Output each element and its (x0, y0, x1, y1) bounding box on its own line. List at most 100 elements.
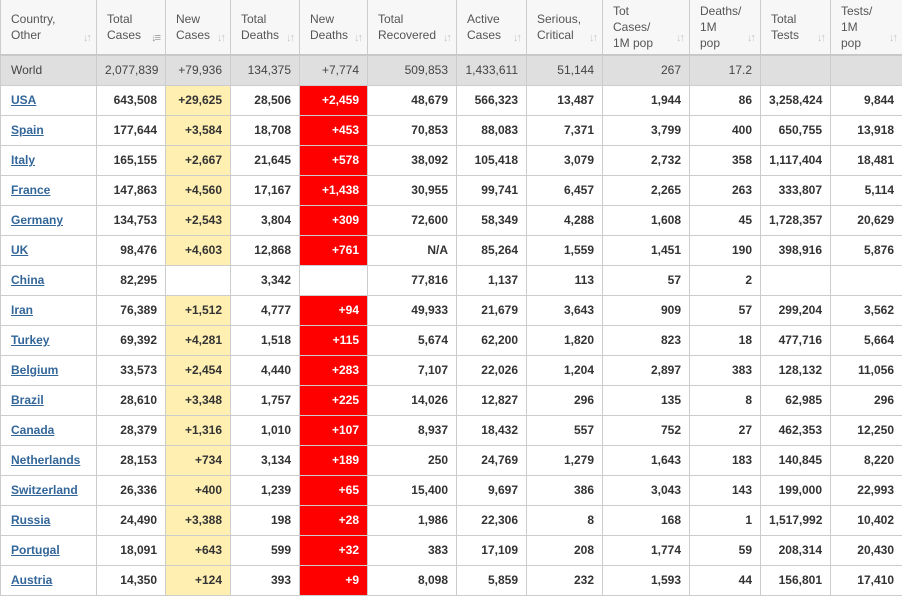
sort-both-icon[interactable]: ↓↑ (443, 30, 450, 46)
cell-serious-critical: 3,643 (527, 295, 603, 325)
cell-country: UK (1, 235, 97, 265)
cell-serious-critical: 3,079 (527, 145, 603, 175)
cell-total-deaths: 28,506 (231, 85, 300, 115)
cell-total-recovered: 250 (368, 445, 457, 475)
country-link[interactable]: Iran (11, 303, 33, 317)
sort-both-icon[interactable]: ↓↑ (513, 30, 520, 46)
header-label-line1: Serious, (537, 12, 581, 26)
cell-total-tests: 199,000 (761, 475, 831, 505)
cell-country: Spain (1, 115, 97, 145)
sort-both-icon[interactable]: ↓↑ (676, 30, 683, 46)
column-header-total-cases[interactable]: TotalCases↓≡ (97, 0, 166, 55)
cell-total-deaths: 4,777 (231, 295, 300, 325)
table-row: Portugal18,091+643599+3238317,1092081,77… (1, 535, 902, 565)
cell-total-deaths: 1,010 (231, 415, 300, 445)
cell-serious-critical: 1,279 (527, 445, 603, 475)
cell-total-tests: 140,845 (761, 445, 831, 475)
cell-new-cases: +2,543 (166, 205, 231, 235)
cell-new-cases: +4,560 (166, 175, 231, 205)
country-link[interactable]: USA (11, 93, 36, 107)
table-row: Spain177,644+3,58418,708+45370,85388,083… (1, 115, 902, 145)
cell-total-tests (761, 55, 831, 85)
cell-total-cases: 28,379 (97, 415, 166, 445)
column-header-tot-cases-per-1m[interactable]: Tot Cases/1M pop↓↑ (603, 0, 690, 55)
country-link[interactable]: Italy (11, 153, 35, 167)
cell-total-deaths: 1,239 (231, 475, 300, 505)
cell-total-deaths: 3,804 (231, 205, 300, 235)
table-row: Switzerland26,336+4001,239+6515,4009,697… (1, 475, 902, 505)
column-header-total-recovered[interactable]: TotalRecovered↓↑ (368, 0, 457, 55)
country-link[interactable]: France (11, 183, 50, 197)
country-link[interactable]: Canada (11, 423, 54, 437)
sort-both-icon[interactable]: ↓↑ (286, 30, 293, 46)
cell-total-tests: 1,728,357 (761, 205, 831, 235)
cell-tests-per-1m: 10,402 (831, 505, 902, 535)
cell-new-deaths: +65 (300, 475, 368, 505)
cell-total-cases: 26,336 (97, 475, 166, 505)
sort-both-icon[interactable]: ↓↑ (354, 30, 361, 46)
country-link[interactable]: Brazil (11, 393, 44, 407)
cell-total-tests: 156,801 (761, 565, 831, 595)
cell-new-deaths: +9 (300, 565, 368, 595)
country-link[interactable]: China (11, 273, 44, 287)
cell-active-cases: 24,769 (457, 445, 527, 475)
country-link[interactable]: Switzerland (11, 483, 78, 497)
cell-deaths-per-1m: 27 (690, 415, 761, 445)
column-header-total-tests[interactable]: TotalTests↓↑ (761, 0, 831, 55)
column-header-deaths-per-1m[interactable]: Deaths/1M pop↓↑ (690, 0, 761, 55)
country-link[interactable]: UK (11, 243, 28, 257)
cell-new-deaths: +1,438 (300, 175, 368, 205)
cell-country: Netherlands (1, 445, 97, 475)
cell-deaths-per-1m: 183 (690, 445, 761, 475)
header-label-line2: 1M pop (613, 36, 653, 50)
cell-new-deaths: +94 (300, 295, 368, 325)
cell-country: Canada (1, 415, 97, 445)
cell-total-deaths: 1,518 (231, 325, 300, 355)
world-total-row: World2,077,839+79,936134,375+7,774509,85… (1, 55, 902, 85)
table-row: Netherlands28,153+7343,134+18925024,7691… (1, 445, 902, 475)
sort-both-icon[interactable]: ↓↑ (747, 30, 754, 46)
cell-total-recovered: 30,955 (368, 175, 457, 205)
column-header-total-deaths[interactable]: TotalDeaths↓↑ (231, 0, 300, 55)
cell-total-tests: 1,517,992 (761, 505, 831, 535)
cell-total-deaths: 134,375 (231, 55, 300, 85)
cell-tests-per-1m: 20,629 (831, 205, 902, 235)
cell-serious-critical: 6,457 (527, 175, 603, 205)
cell-deaths-per-1m: 263 (690, 175, 761, 205)
cell-tot-cases-per-1m: 1,643 (603, 445, 690, 475)
sort-both-icon[interactable]: ↓↑ (589, 30, 596, 46)
column-header-active-cases[interactable]: ActiveCases↓↑ (457, 0, 527, 55)
header-label-line2: Deaths (310, 28, 348, 42)
header-label-line1: Country, (11, 12, 55, 26)
country-link[interactable]: Germany (11, 213, 63, 227)
column-header-new-deaths[interactable]: NewDeaths↓↑ (300, 0, 368, 55)
cell-total-tests: 208,314 (761, 535, 831, 565)
sort-desc-icon[interactable]: ↓≡ (151, 30, 159, 46)
cell-new-deaths: +189 (300, 445, 368, 475)
column-header-new-cases[interactable]: NewCases↓↑ (166, 0, 231, 55)
table-row: Canada28,379+1,3161,010+1078,93718,43255… (1, 415, 902, 445)
cell-new-deaths: +761 (300, 235, 368, 265)
cell-new-deaths: +7,774 (300, 55, 368, 85)
cell-new-cases (166, 265, 231, 295)
cell-new-deaths: +32 (300, 535, 368, 565)
country-link[interactable]: Netherlands (11, 453, 80, 467)
country-link[interactable]: Portugal (11, 543, 60, 557)
cell-total-cases: 98,476 (97, 235, 166, 265)
country-link[interactable]: Turkey (11, 333, 49, 347)
table-row: China82,2953,34277,8161,137113572 (1, 265, 902, 295)
column-header-country[interactable]: Country,Other↓↑ (1, 0, 97, 55)
country-link[interactable]: Belgium (11, 363, 58, 377)
sort-both-icon[interactable]: ↓↑ (817, 30, 824, 46)
country-link[interactable]: Russia (11, 513, 50, 527)
sort-both-icon[interactable]: ↓↑ (217, 30, 224, 46)
cell-active-cases: 22,026 (457, 355, 527, 385)
cell-deaths-per-1m: 17.2 (690, 55, 761, 85)
sort-both-icon[interactable]: ↓↑ (889, 30, 896, 46)
column-header-tests-per-1m[interactable]: Tests/1M pop↓↑ (831, 0, 902, 55)
column-header-serious-critical[interactable]: Serious,Critical↓↑ (527, 0, 603, 55)
sort-both-icon[interactable]: ↓↑ (83, 30, 90, 46)
cell-new-cases: +4,281 (166, 325, 231, 355)
country-link[interactable]: Spain (11, 123, 44, 137)
cell-total-tests: 462,353 (761, 415, 831, 445)
